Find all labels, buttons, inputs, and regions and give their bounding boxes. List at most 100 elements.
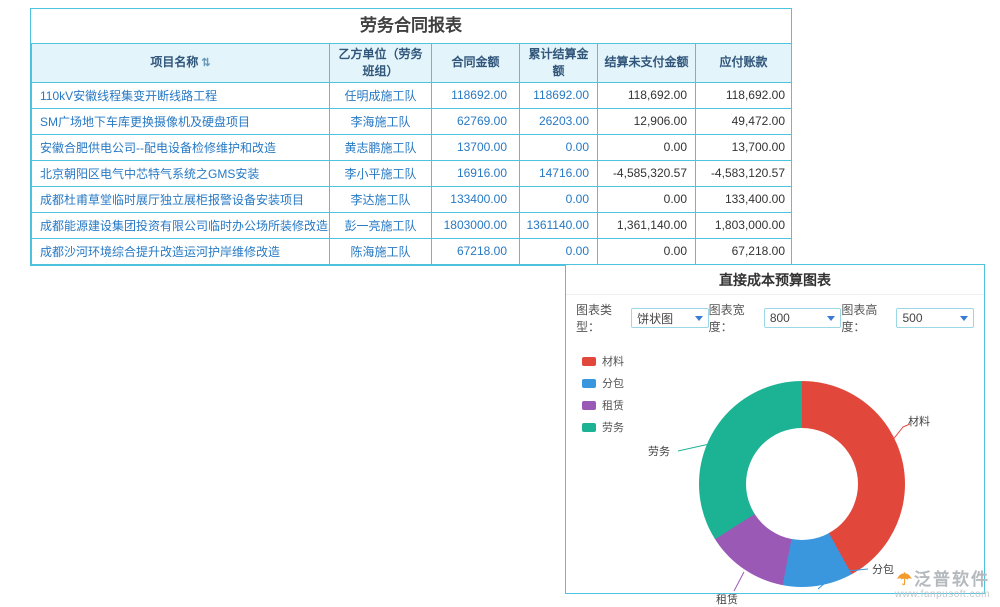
column-header-unpaid-amount: 结算未支付金额 xyxy=(598,44,696,83)
project-name-cell[interactable]: 安徽合肥供电公司--配电设备检修维护和改造 xyxy=(32,134,330,160)
labor-contract-report-panel: 劳务合同报表 项目名称⇅ 乙方单位（劳务班组） 合同金额 累计结算金额 结算未支… xyxy=(30,8,792,266)
chart-controls: 图表类型： 饼状图 图表宽度： 800 图表高度： 500 xyxy=(566,295,984,339)
table-row: 北京朝阳区电气中芯特气系统之GMS安装李小平施工队16916.0014716.0… xyxy=(32,160,792,186)
payable-cell: -4,583,120.57 xyxy=(696,160,792,186)
pie-chart-area: 材料分包租赁劳务 材料 分包 租赁 劳务 xyxy=(566,339,984,591)
chart-type-control: 图表类型： 饼状图 xyxy=(576,301,709,335)
payable-cell: 118,692.00 xyxy=(696,82,792,108)
chevron-down-icon xyxy=(695,316,703,321)
legend-swatch xyxy=(582,379,596,388)
legend-label: 劳务 xyxy=(602,419,624,435)
sort-icon[interactable]: ⇅ xyxy=(201,57,210,69)
contract-amount-cell: 1803000.00 xyxy=(432,212,520,238)
brand-name: ☂泛普软件 xyxy=(895,571,990,589)
unit-cell[interactable]: 任明成施工队 xyxy=(330,82,432,108)
umbrella-logo-icon: ☂ xyxy=(897,570,912,589)
unpaid-amount-cell: -4,585,320.57 xyxy=(598,160,696,186)
project-name-cell[interactable]: 110kV安徽线程集变开断线路工程 xyxy=(32,82,330,108)
legend-label: 材料 xyxy=(602,353,624,369)
settled-amount-cell: 14716.00 xyxy=(520,160,598,186)
table-row: 成都杜甫草堂临时展厅独立展柜报警设备安装项目李达施工队133400.000.00… xyxy=(32,186,792,212)
unit-cell[interactable]: 李达施工队 xyxy=(330,186,432,212)
column-header-unit: 乙方单位（劳务班组） xyxy=(330,44,432,83)
chart-height-value: 500 xyxy=(902,311,922,325)
table-row: 安徽合肥供电公司--配电设备检修维护和改造黄志鹏施工队13700.000.000… xyxy=(32,134,792,160)
project-name-cell[interactable]: 成都沙河环境综合提升改造运河护岸维修改造 xyxy=(32,238,330,264)
unpaid-amount-cell: 12,906.00 xyxy=(598,108,696,134)
legend-item[interactable]: 劳务 xyxy=(582,419,624,435)
donut-chart[interactable] xyxy=(699,381,905,587)
chart-width-select[interactable]: 800 xyxy=(764,308,842,328)
brand-url: www.fanpusoft.com xyxy=(895,589,990,600)
chart-width-value: 800 xyxy=(770,311,790,325)
chart-type-label: 图表类型： xyxy=(576,301,629,335)
project-name-cell[interactable]: 北京朝阳区电气中芯特气系统之GMS安装 xyxy=(32,160,330,186)
unit-cell[interactable]: 李海施工队 xyxy=(330,108,432,134)
report-table: 项目名称⇅ 乙方单位（劳务班组） 合同金额 累计结算金额 结算未支付金额 应付账… xyxy=(31,43,792,265)
contract-amount-cell: 13700.00 xyxy=(432,134,520,160)
settled-amount-cell: 118692.00 xyxy=(520,82,598,108)
legend-label: 分包 xyxy=(602,375,624,391)
unit-cell[interactable]: 彭一亮施工队 xyxy=(330,212,432,238)
column-header-label: 合同金额 xyxy=(451,55,499,69)
label-line xyxy=(734,572,744,591)
unit-cell[interactable]: 陈海施工队 xyxy=(330,238,432,264)
legend-item[interactable]: 分包 xyxy=(582,375,624,391)
brand-watermark: ☂泛普软件 www.fanpusoft.com xyxy=(895,571,990,600)
table-row: 成都沙河环境综合提升改造运河护岸维修改造陈海施工队67218.000.000.0… xyxy=(32,238,792,264)
settled-amount-cell: 0.00 xyxy=(520,134,598,160)
chart-title: 直接成本预算图表 xyxy=(566,265,984,295)
settled-amount-cell: 26203.00 xyxy=(520,108,598,134)
legend-swatch xyxy=(582,401,596,410)
payable-cell: 67,218.00 xyxy=(696,238,792,264)
chart-height-control: 图表高度： 500 xyxy=(841,301,974,335)
unpaid-amount-cell: 1,361,140.00 xyxy=(598,212,696,238)
settled-amount-cell: 1361140.00 xyxy=(520,212,598,238)
contract-amount-cell: 16916.00 xyxy=(432,160,520,186)
slice-label-material: 材料 xyxy=(908,413,930,429)
report-title: 劳务合同报表 xyxy=(31,9,791,43)
settled-amount-cell: 0.00 xyxy=(520,186,598,212)
column-header-label: 乙方单位（劳务班组） xyxy=(338,47,422,78)
chart-width-control: 图表宽度： 800 xyxy=(709,301,842,335)
chart-type-select[interactable]: 饼状图 xyxy=(631,308,709,328)
legend-swatch xyxy=(582,423,596,432)
column-header-label: 项目名称 xyxy=(150,55,198,69)
column-header-label: 结算未支付金额 xyxy=(604,55,688,69)
chart-width-label: 图表宽度： xyxy=(709,301,762,335)
project-name-cell[interactable]: 成都能源建设集团投资有限公司临时办公场所装修改造工程EPC xyxy=(32,212,330,238)
chart-legend: 材料分包租赁劳务 xyxy=(582,353,624,441)
slice-label-labor: 劳务 xyxy=(648,443,670,459)
legend-item[interactable]: 租赁 xyxy=(582,397,624,413)
chart-height-select[interactable]: 500 xyxy=(896,308,974,328)
slice-label-lease: 租赁 xyxy=(716,591,738,607)
chevron-down-icon xyxy=(960,316,968,321)
table-row: 成都能源建设集团投资有限公司临时办公场所装修改造工程EPC彭一亮施工队18030… xyxy=(32,212,792,238)
contract-amount-cell: 67218.00 xyxy=(432,238,520,264)
column-header-project[interactable]: 项目名称⇅ xyxy=(32,44,330,83)
project-name-cell[interactable]: SM广场地下车库更换摄像机及硬盘项目 xyxy=(32,108,330,134)
chart-type-value: 饼状图 xyxy=(637,310,673,327)
unpaid-amount-cell: 0.00 xyxy=(598,134,696,160)
table-row: 110kV安徽线程集变开断线路工程任明成施工队118692.00118692.0… xyxy=(32,82,792,108)
unpaid-amount-cell: 0.00 xyxy=(598,238,696,264)
unit-cell[interactable]: 李小平施工队 xyxy=(330,160,432,186)
brand-text: 泛普软件 xyxy=(914,570,990,589)
settled-amount-cell: 0.00 xyxy=(520,238,598,264)
legend-item[interactable]: 材料 xyxy=(582,353,624,369)
legend-label: 租赁 xyxy=(602,397,624,413)
unpaid-amount-cell: 118,692.00 xyxy=(598,82,696,108)
cost-budget-chart-panel: 直接成本预算图表 图表类型： 饼状图 图表宽度： 800 图表高度： 500 材… xyxy=(565,264,985,594)
table-header-row: 项目名称⇅ 乙方单位（劳务班组） 合同金额 累计结算金额 结算未支付金额 应付账… xyxy=(32,44,792,83)
column-header-label: 应付账款 xyxy=(719,55,767,69)
column-header-contract-amount: 合同金额 xyxy=(432,44,520,83)
table-row: SM广场地下车库更换摄像机及硬盘项目李海施工队62769.0026203.001… xyxy=(32,108,792,134)
contract-amount-cell: 133400.00 xyxy=(432,186,520,212)
contract-amount-cell: 62769.00 xyxy=(432,108,520,134)
payable-cell: 133,400.00 xyxy=(696,186,792,212)
chevron-down-icon xyxy=(827,316,835,321)
slice-label-subcontract: 分包 xyxy=(872,561,894,577)
unit-cell[interactable]: 黄志鹏施工队 xyxy=(330,134,432,160)
project-name-cell[interactable]: 成都杜甫草堂临时展厅独立展柜报警设备安装项目 xyxy=(32,186,330,212)
payable-cell: 13,700.00 xyxy=(696,134,792,160)
